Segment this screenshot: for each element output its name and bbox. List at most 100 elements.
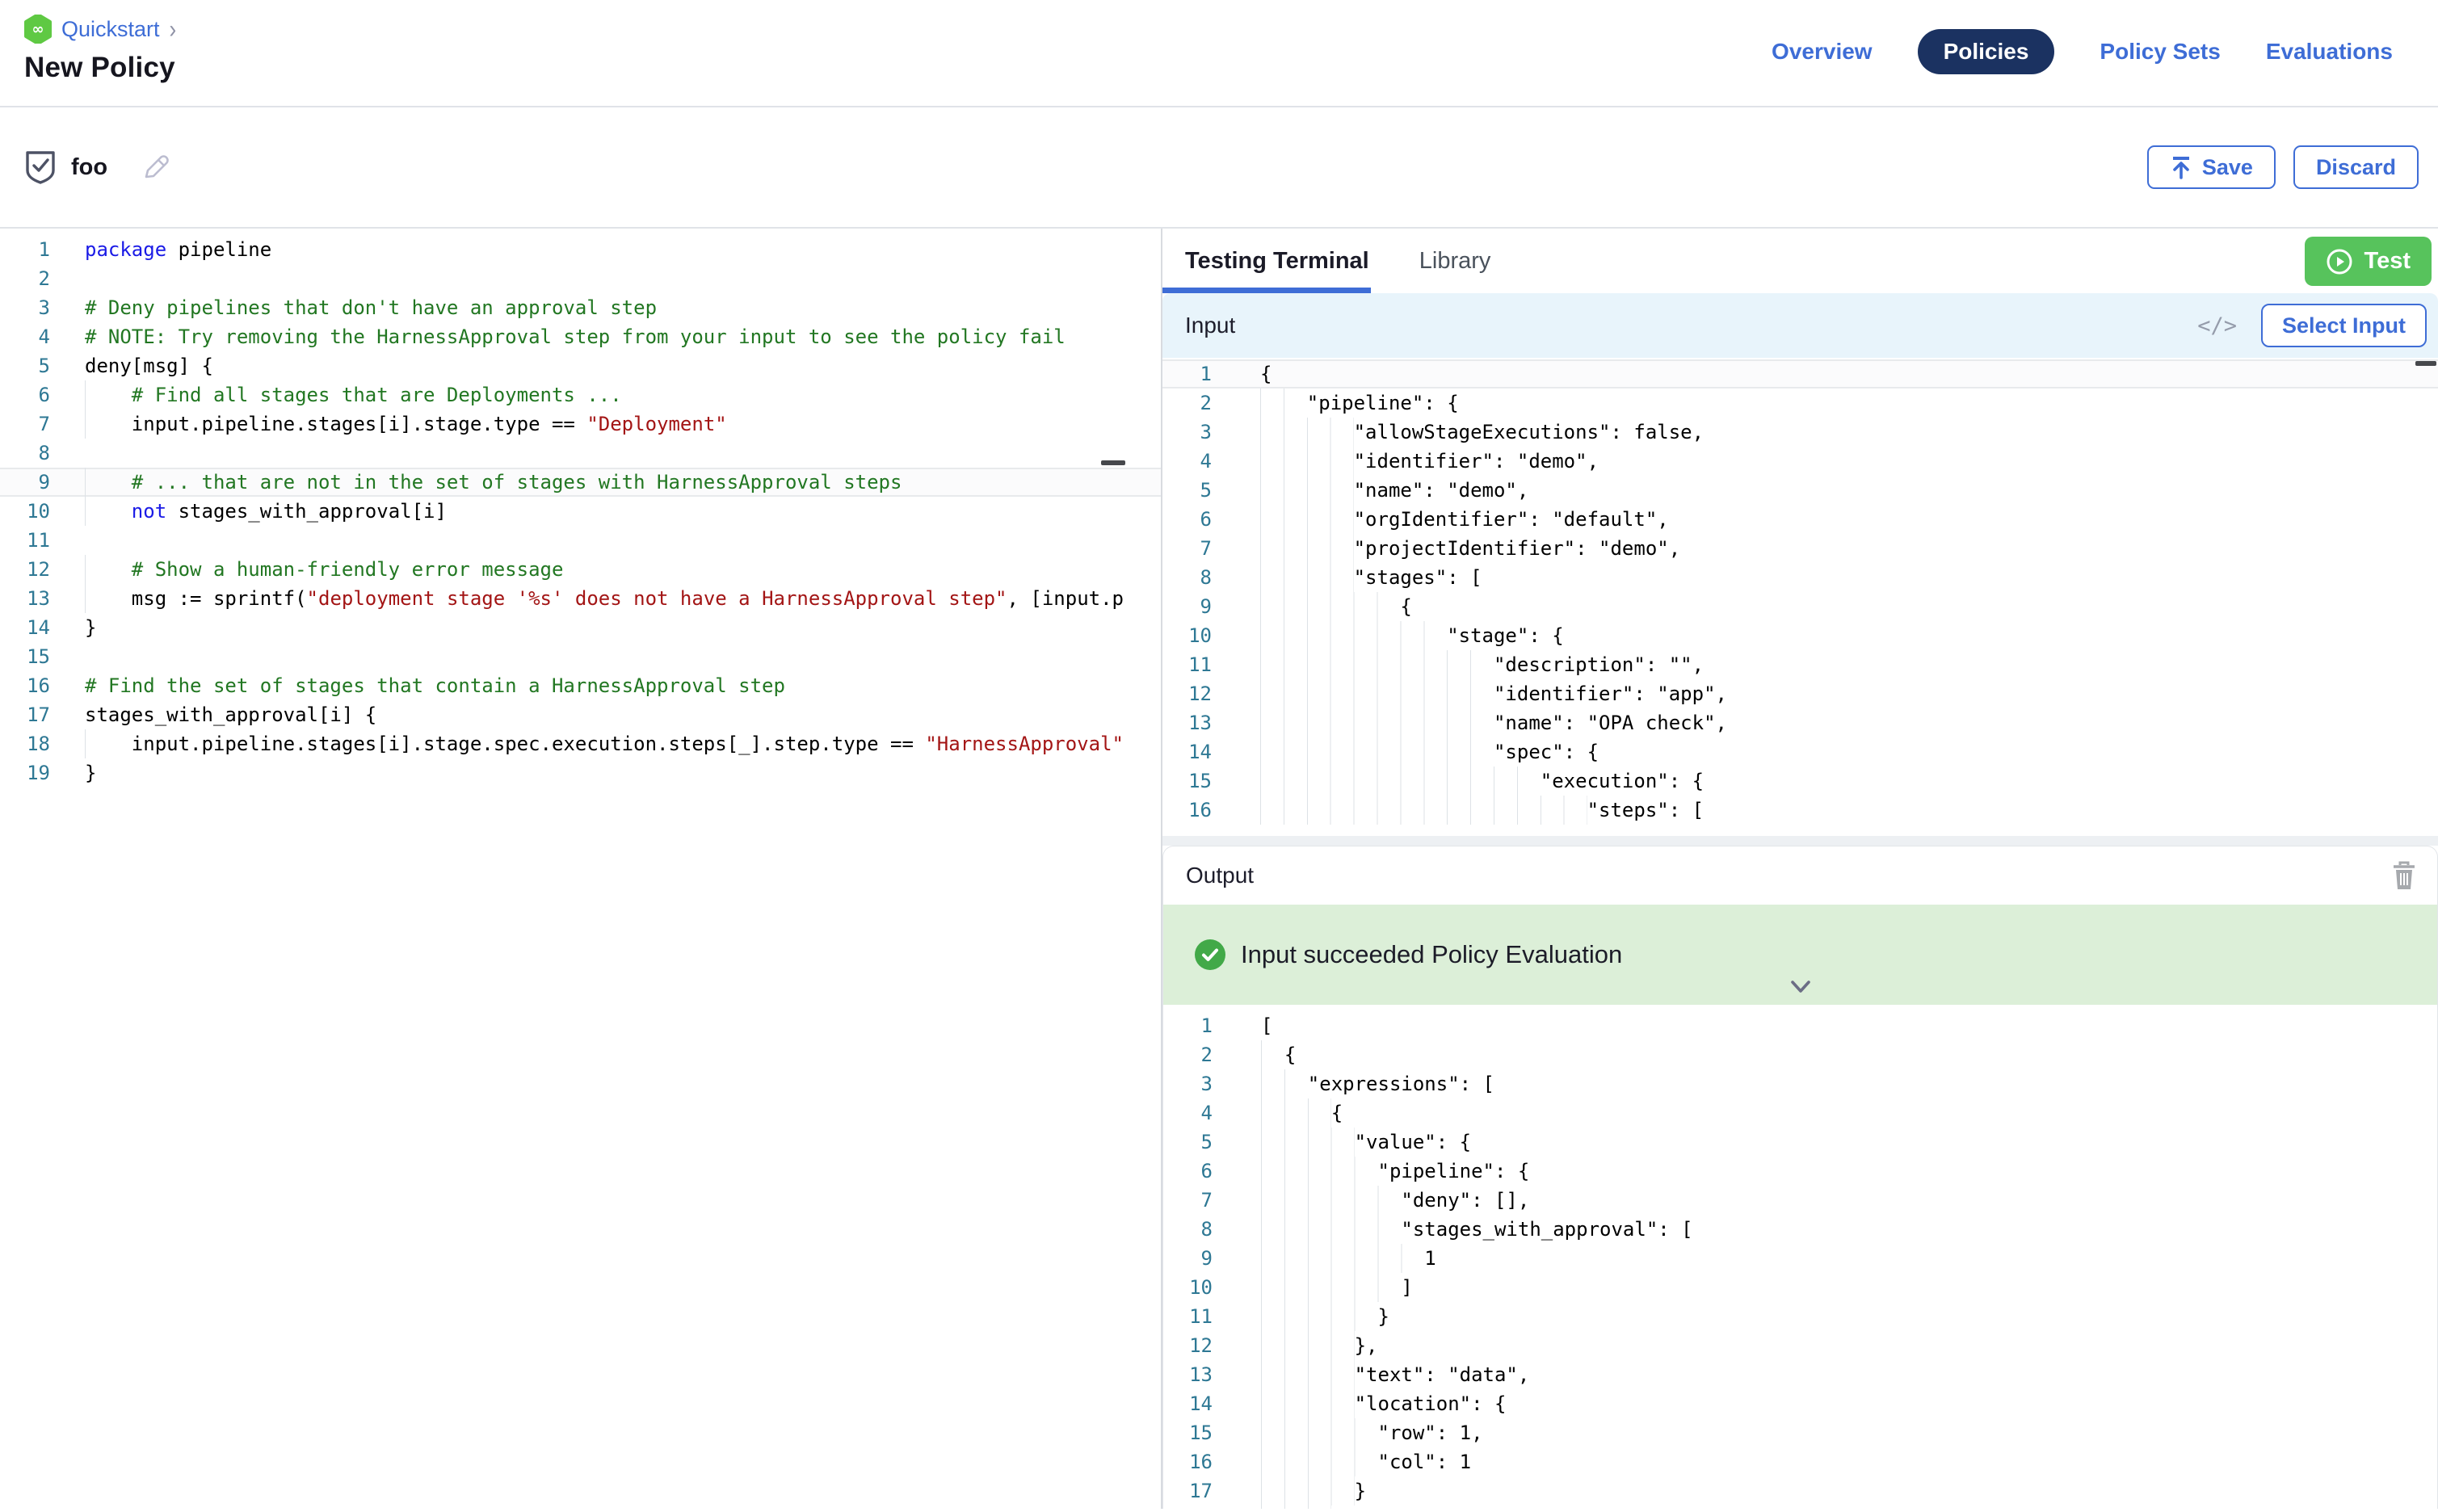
- chevron-down-icon[interactable]: [1786, 977, 1815, 997]
- code-line[interactable]: 8 "stages_with_approval": [: [1163, 1215, 2437, 1244]
- code-line[interactable]: 16# Find the set of stages that contain …: [0, 671, 1161, 700]
- code-token: "projectIdentifier": "demo",: [1260, 537, 1680, 560]
- line-number: 19: [0, 758, 85, 788]
- code-line[interactable]: 11 "description": "",: [1162, 650, 2438, 679]
- code-line[interactable]: 15: [0, 642, 1161, 671]
- code-line[interactable]: 4 {: [1163, 1098, 2437, 1128]
- code-line[interactable]: 5deny[msg] {: [0, 351, 1161, 380]
- input-section-header: Input </> Select Input: [1162, 293, 2438, 358]
- code-line[interactable]: 13 msg := sprintf("deployment stage '%s'…: [0, 584, 1161, 613]
- code-text: not stages_with_approval[i]: [85, 497, 1161, 526]
- code-line[interactable]: 13 "name": "OPA check",: [1162, 708, 2438, 737]
- code-token: "Deployment": [586, 413, 726, 435]
- test-button[interactable]: Test: [2305, 237, 2432, 286]
- code-line[interactable]: 4# NOTE: Try removing the HarnessApprova…: [0, 322, 1161, 351]
- code-line[interactable]: 2 {: [1163, 1040, 2437, 1069]
- output-json-editor[interactable]: 1[2 {3 "expressions": [4 {5 "value": {6 …: [1163, 1005, 2437, 1509]
- save-button[interactable]: Save: [2147, 145, 2276, 189]
- code-line[interactable]: 8: [0, 439, 1161, 468]
- code-line[interactable]: 10 not stages_with_approval[i]: [0, 497, 1161, 526]
- code-text: ]: [1261, 1273, 2437, 1302]
- code-text: {: [1260, 592, 2438, 621]
- code-text: "deny": [],: [1261, 1186, 2437, 1215]
- code-text: "name": "demo",: [1260, 476, 2438, 505]
- line-number: 7: [1163, 1186, 1261, 1215]
- tab-evaluations[interactable]: Evaluations: [2266, 39, 2393, 65]
- code-line[interactable]: 7 "deny": [],: [1163, 1186, 2437, 1215]
- select-input-button[interactable]: Select Input: [2261, 304, 2427, 347]
- section-divider: [1162, 836, 2438, 846]
- code-text: # Find all stages that are Deployments .…: [85, 380, 1161, 410]
- code-line[interactable]: 10 ]: [1163, 1273, 2437, 1302]
- trash-icon[interactable]: [2390, 860, 2418, 891]
- tab-library[interactable]: Library: [1419, 248, 1491, 275]
- code-text: msg := sprintf("deployment stage '%s' do…: [85, 584, 1161, 613]
- code-line[interactable]: 6 "orgIdentifier": "default",: [1162, 505, 2438, 534]
- code-line[interactable]: 11: [0, 526, 1161, 555]
- code-line[interactable]: 4 "identifier": "demo",: [1162, 447, 2438, 476]
- tab-overview[interactable]: Overview: [1772, 39, 1873, 65]
- code-line[interactable]: 2 "pipeline": {: [1162, 388, 2438, 418]
- code-line[interactable]: 17stages_with_approval[i] {: [0, 700, 1161, 729]
- code-line[interactable]: 3 "allowStageExecutions": false,: [1162, 418, 2438, 447]
- code-line[interactable]: 9 # ... that are not in the set of stage…: [0, 468, 1161, 497]
- code-line[interactable]: 12 # Show a human-friendly error message: [0, 555, 1161, 584]
- line-number: 13: [1162, 708, 1260, 737]
- tab-testing-terminal[interactable]: Testing Terminal: [1185, 248, 1369, 275]
- code-line[interactable]: 15 "execution": {: [1162, 766, 2438, 796]
- code-text: "steps": [: [1260, 796, 2438, 825]
- code-line[interactable]: 12 "identifier": "app",: [1162, 679, 2438, 708]
- code-line[interactable]: 3# Deny pipelines that don't have an app…: [0, 293, 1161, 322]
- code-line[interactable]: 14 "spec": {: [1162, 737, 2438, 766]
- code-line[interactable]: 9 1: [1163, 1244, 2437, 1273]
- chevron-right-icon: ›: [170, 14, 177, 44]
- svg-text:∞: ∞: [32, 21, 44, 38]
- evaluation-result-text: Input succeeded Policy Evaluation: [1241, 940, 1622, 969]
- code-line[interactable]: 6 # Find all stages that are Deployments…: [0, 380, 1161, 410]
- policy-code-editor[interactable]: 1package pipeline23# Deny pipelines that…: [0, 229, 1162, 1509]
- code-line[interactable]: 1package pipeline: [0, 235, 1161, 264]
- code-line[interactable]: 16 "steps": [: [1162, 796, 2438, 825]
- code-line[interactable]: 6 "pipeline": {: [1163, 1157, 2437, 1186]
- code-line[interactable]: 8 "stages": [: [1162, 563, 2438, 592]
- code-line[interactable]: 5 "value": {: [1163, 1128, 2437, 1157]
- line-number: 4: [1163, 1098, 1261, 1128]
- main-area: 1package pipeline23# Deny pipelines that…: [0, 229, 2438, 1509]
- code-line[interactable]: 18 }: [1163, 1506, 2437, 1509]
- code-line[interactable]: 7 "projectIdentifier": "demo",: [1162, 534, 2438, 563]
- code-line[interactable]: 7 input.pipeline.stages[i].stage.type ==…: [0, 410, 1161, 439]
- code-line[interactable]: 12 },: [1163, 1331, 2437, 1360]
- code-text: "name": "OPA check",: [1260, 708, 2438, 737]
- code-line[interactable]: 5 "name": "demo",: [1162, 476, 2438, 505]
- code-line[interactable]: 18 input.pipeline.stages[i].stage.spec.e…: [0, 729, 1161, 758]
- code-line[interactable]: 10 "stage": {: [1162, 621, 2438, 650]
- code-line[interactable]: 14 "location": {: [1163, 1389, 2437, 1418]
- discard-button[interactable]: Discard: [2293, 145, 2419, 189]
- code-token: # Find the set of stages that contain a …: [85, 674, 785, 697]
- code-line[interactable]: 1{: [1162, 359, 2438, 388]
- code-braces-icon[interactable]: </>: [2197, 313, 2237, 338]
- code-text: "stage": {: [1260, 621, 2438, 650]
- code-token: },: [1261, 1334, 1378, 1357]
- tab-policy-sets[interactable]: Policy Sets: [2100, 39, 2220, 65]
- code-text: input.pipeline.stages[i].stage.spec.exec…: [85, 729, 1161, 758]
- code-text: "text": "data",: [1261, 1360, 2437, 1389]
- code-line[interactable]: 1[: [1163, 1011, 2437, 1040]
- code-line[interactable]: 9 {: [1162, 592, 2438, 621]
- code-line[interactable]: 16 "col": 1: [1163, 1447, 2437, 1476]
- code-line[interactable]: 2: [0, 264, 1161, 293]
- code-line[interactable]: 11 }: [1163, 1302, 2437, 1331]
- tab-policies[interactable]: Policies: [1918, 29, 2055, 74]
- code-line[interactable]: 3 "expressions": [: [1163, 1069, 2437, 1098]
- code-line[interactable]: 17 }: [1163, 1476, 2437, 1506]
- edit-pencil-icon[interactable]: [141, 153, 170, 182]
- code-line[interactable]: 14}: [0, 613, 1161, 642]
- code-token: # Find all stages that are Deployments .…: [132, 384, 622, 406]
- code-line[interactable]: 19}: [0, 758, 1161, 788]
- input-json-editor[interactable]: 1{2 "pipeline": {3 "allowStageExecutions…: [1162, 358, 2438, 836]
- code-token: "expressions": [: [1261, 1073, 1494, 1095]
- code-line[interactable]: 15 "row": 1,: [1163, 1418, 2437, 1447]
- code-line[interactable]: 13 "text": "data",: [1163, 1360, 2437, 1389]
- breadcrumb-project-link[interactable]: Quickstart: [61, 17, 160, 42]
- code-text: [85, 526, 1161, 555]
